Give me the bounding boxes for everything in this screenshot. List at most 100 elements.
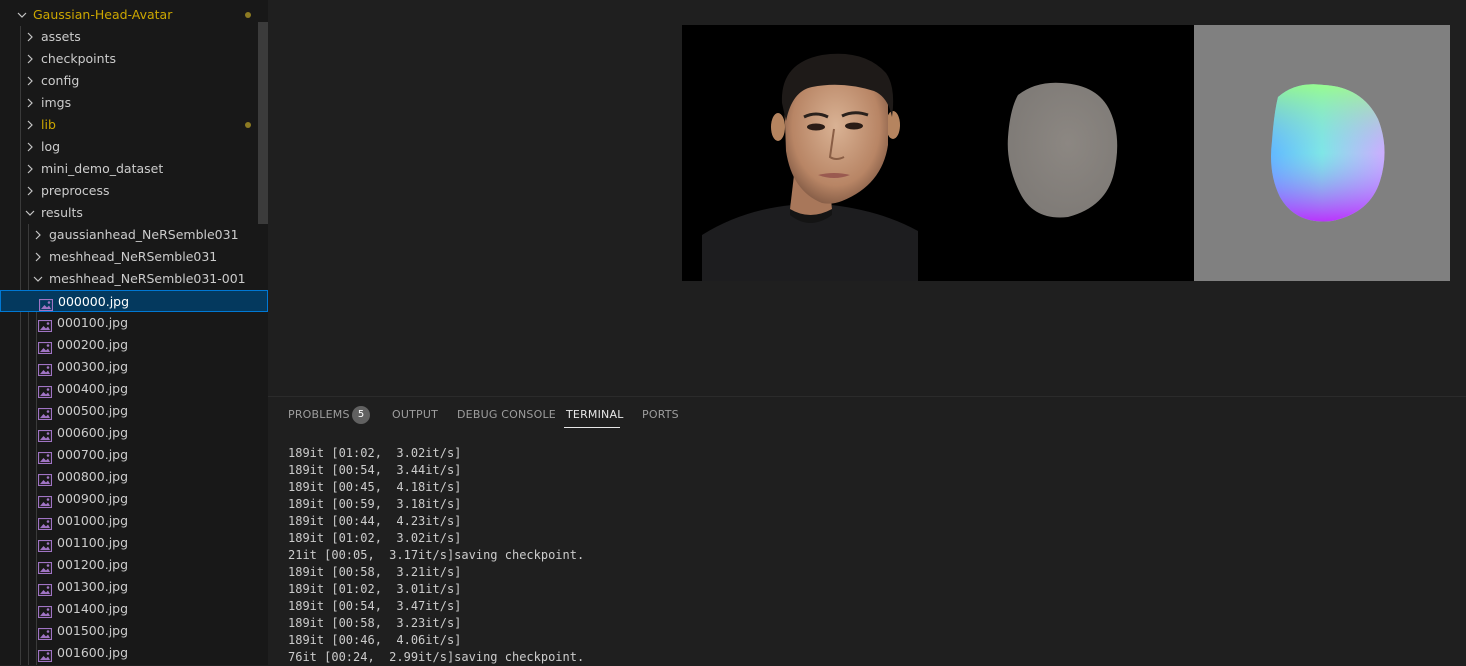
terminal-line: 189it [00:46, 4.06it/s] [288, 633, 462, 647]
terminal-output[interactable]: 189it [01:02, 3.02it/s] 189it [00:54, 3.4… [288, 445, 584, 666]
image-file-icon [37, 559, 53, 575]
image-file-icon [38, 296, 54, 312]
folder-label: meshhead_NeRSemble031-001 [49, 271, 246, 286]
mesh-shading-image [1007, 82, 1118, 218]
tree-folder-gaussianhead[interactable]: gaussianhead_NeRSemble031 [0, 224, 268, 246]
file-item[interactable]: 001500.jpg [0, 620, 268, 642]
file-item[interactable]: 000600.jpg [0, 422, 268, 444]
file-item[interactable]: 001400.jpg [0, 598, 268, 620]
file-item[interactable]: 001200.jpg [0, 554, 268, 576]
normal-map-image [1271, 84, 1385, 222]
file-label: 000100.jpg [57, 315, 129, 330]
tree-folder-imgs[interactable]: imgs [0, 92, 268, 114]
chevron-down-icon [16, 9, 28, 21]
image-file-icon [37, 471, 53, 487]
image-file-icon [37, 383, 53, 399]
tab-output[interactable]: OUTPUT [392, 408, 438, 421]
head-render-image [702, 53, 918, 281]
terminal-line: 189it [00:54, 3.47it/s] [288, 599, 462, 613]
explorer-sidebar: Gaussian-Head-Avatar assets checkpoints … [0, 0, 268, 665]
folder-label: gaussianhead_NeRSemble031 [49, 227, 239, 242]
image-file-icon [37, 515, 53, 531]
folder-label: results [41, 205, 83, 220]
terminal-line: 189it [01:02, 3.02it/s] [288, 531, 462, 545]
tree-folder-checkpoints[interactable]: checkpoints [0, 48, 268, 70]
image-file-icon [37, 317, 53, 333]
file-label: 001500.jpg [57, 623, 129, 638]
problems-count-badge: 5 [352, 406, 370, 424]
tree-folder-log[interactable]: log [0, 136, 268, 158]
modified-dot [245, 12, 251, 18]
file-item[interactable]: 000300.jpg [0, 356, 268, 378]
folder-label: lib [41, 117, 56, 132]
chevron-right-icon [24, 185, 36, 197]
file-item[interactable]: 001100.jpg [0, 532, 268, 554]
chevron-right-icon [24, 75, 36, 87]
root-folder-label: Gaussian-Head-Avatar [33, 7, 173, 22]
file-label: 001400.jpg [57, 601, 129, 616]
file-item[interactable]: 001000.jpg [0, 510, 268, 532]
terminal-line: 189it [00:45, 4.18it/s] [288, 480, 462, 494]
tab-debug-console[interactable]: DEBUG CONSOLE [457, 408, 556, 421]
tree-folder-lib[interactable]: lib [0, 114, 268, 136]
photo-render-panel [682, 25, 938, 281]
file-label: 000600.jpg [57, 425, 129, 440]
image-file-icon [37, 405, 53, 421]
chevron-right-icon [24, 53, 36, 65]
file-label: 000500.jpg [57, 403, 129, 418]
image-file-icon [37, 493, 53, 509]
folder-label: assets [41, 29, 81, 44]
tree-root-folder[interactable]: Gaussian-Head-Avatar [0, 4, 268, 26]
terminal-line: 21it [00:05, 3.17it/s]saving checkpoint. [288, 548, 585, 562]
file-item[interactable]: 000400.jpg [0, 378, 268, 400]
tree-folder-config[interactable]: config [0, 70, 268, 92]
mesh-shading-panel [938, 25, 1194, 281]
chevron-right-icon [32, 251, 44, 263]
file-label: 000200.jpg [57, 337, 129, 352]
file-item[interactable]: 000800.jpg [0, 466, 268, 488]
file-item[interactable]: 000200.jpg [0, 334, 268, 356]
file-label: 000400.jpg [57, 381, 129, 396]
image-file-icon [37, 537, 53, 553]
file-item[interactable]: 000900.jpg [0, 488, 268, 510]
tree-folder-meshhead-001[interactable]: meshhead_NeRSemble031-001 [0, 268, 268, 290]
file-item[interactable]: 000500.jpg [0, 400, 268, 422]
folder-label: checkpoints [41, 51, 116, 66]
file-label: 000000.jpg [58, 294, 130, 309]
folder-label: imgs [41, 95, 72, 110]
image-file-icon [37, 647, 53, 663]
chevron-right-icon [24, 119, 36, 131]
image-file-icon [37, 449, 53, 465]
tree-folder-results[interactable]: results [0, 202, 268, 224]
image-file-icon [37, 625, 53, 641]
tab-ports[interactable]: PORTS [642, 408, 679, 421]
file-label: 001600.jpg [57, 645, 129, 660]
chevron-down-icon [32, 273, 44, 285]
file-item[interactable]: 001600.jpg [0, 642, 268, 664]
file-label: 001100.jpg [57, 535, 129, 550]
tab-terminal[interactable]: TERMINAL [566, 408, 624, 421]
tree-folder-meshhead[interactable]: meshhead_NeRSemble031 [0, 246, 268, 268]
chevron-right-icon [24, 163, 36, 175]
tab-problems[interactable]: PROBLEMS [288, 408, 350, 421]
tree-folder-mini-demo-dataset[interactable]: mini_demo_dataset [0, 158, 268, 180]
sidebar-scrollbar[interactable] [258, 22, 268, 224]
image-file-icon [37, 581, 53, 597]
terminal-line: 189it [00:54, 3.44it/s] [288, 463, 462, 477]
image-file-icon [37, 603, 53, 619]
folder-label: config [41, 73, 80, 88]
file-item[interactable]: 000100.jpg [0, 312, 268, 334]
file-label: 000900.jpg [57, 491, 129, 506]
file-item[interactable]: 000000.jpg [0, 290, 268, 312]
image-file-icon [37, 339, 53, 355]
file-label: 000300.jpg [57, 359, 129, 374]
modified-dot [245, 122, 251, 128]
terminal-line: 189it [00:44, 4.23it/s] [288, 514, 462, 528]
file-item[interactable]: 000700.jpg [0, 444, 268, 466]
file-label: 000700.jpg [57, 447, 129, 462]
file-item[interactable]: 001300.jpg [0, 576, 268, 598]
tree-folder-preprocess[interactable]: preprocess [0, 180, 268, 202]
folder-label: mini_demo_dataset [41, 161, 164, 176]
terminal-line: 189it [00:58, 3.21it/s] [288, 565, 462, 579]
tree-folder-assets[interactable]: assets [0, 26, 268, 48]
